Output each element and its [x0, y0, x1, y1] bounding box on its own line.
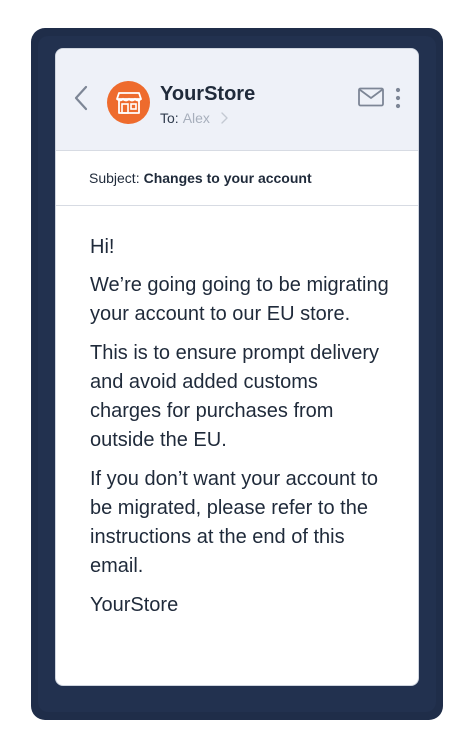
avatar	[107, 81, 150, 124]
subject-label: Subject:	[89, 170, 140, 186]
body-paragraph: This is to ensure prompt delivery and av…	[90, 342, 380, 451]
subject-row: Subject: Changes to your account	[56, 151, 418, 206]
body-signature: YourStore	[90, 594, 179, 616]
chevron-right-icon	[221, 112, 228, 124]
email-body: Hi! We’re going going to be migrating yo…	[56, 206, 418, 620]
sender-name: YourStore	[160, 83, 256, 105]
recipient-row[interactable]: To: Alex	[160, 110, 228, 126]
envelope-icon[interactable]	[358, 87, 384, 107]
email-card: YourStore To: Alex Subject: Changes to y…	[55, 48, 419, 686]
recipient-name: Alex	[182, 110, 210, 126]
body-greeting: Hi!	[90, 236, 115, 258]
storefront-icon	[115, 91, 142, 114]
to-label: To:	[160, 110, 179, 126]
chevron-left-icon[interactable]	[72, 85, 90, 111]
body-paragraph: We’re going going to be migrating your a…	[90, 274, 389, 325]
body-paragraph: If you don’t want your account to be mig…	[90, 468, 378, 577]
vertical-dots-icon[interactable]	[394, 87, 402, 109]
email-header: YourStore To: Alex	[56, 49, 418, 151]
subject-text: Changes to your account	[143, 170, 312, 186]
